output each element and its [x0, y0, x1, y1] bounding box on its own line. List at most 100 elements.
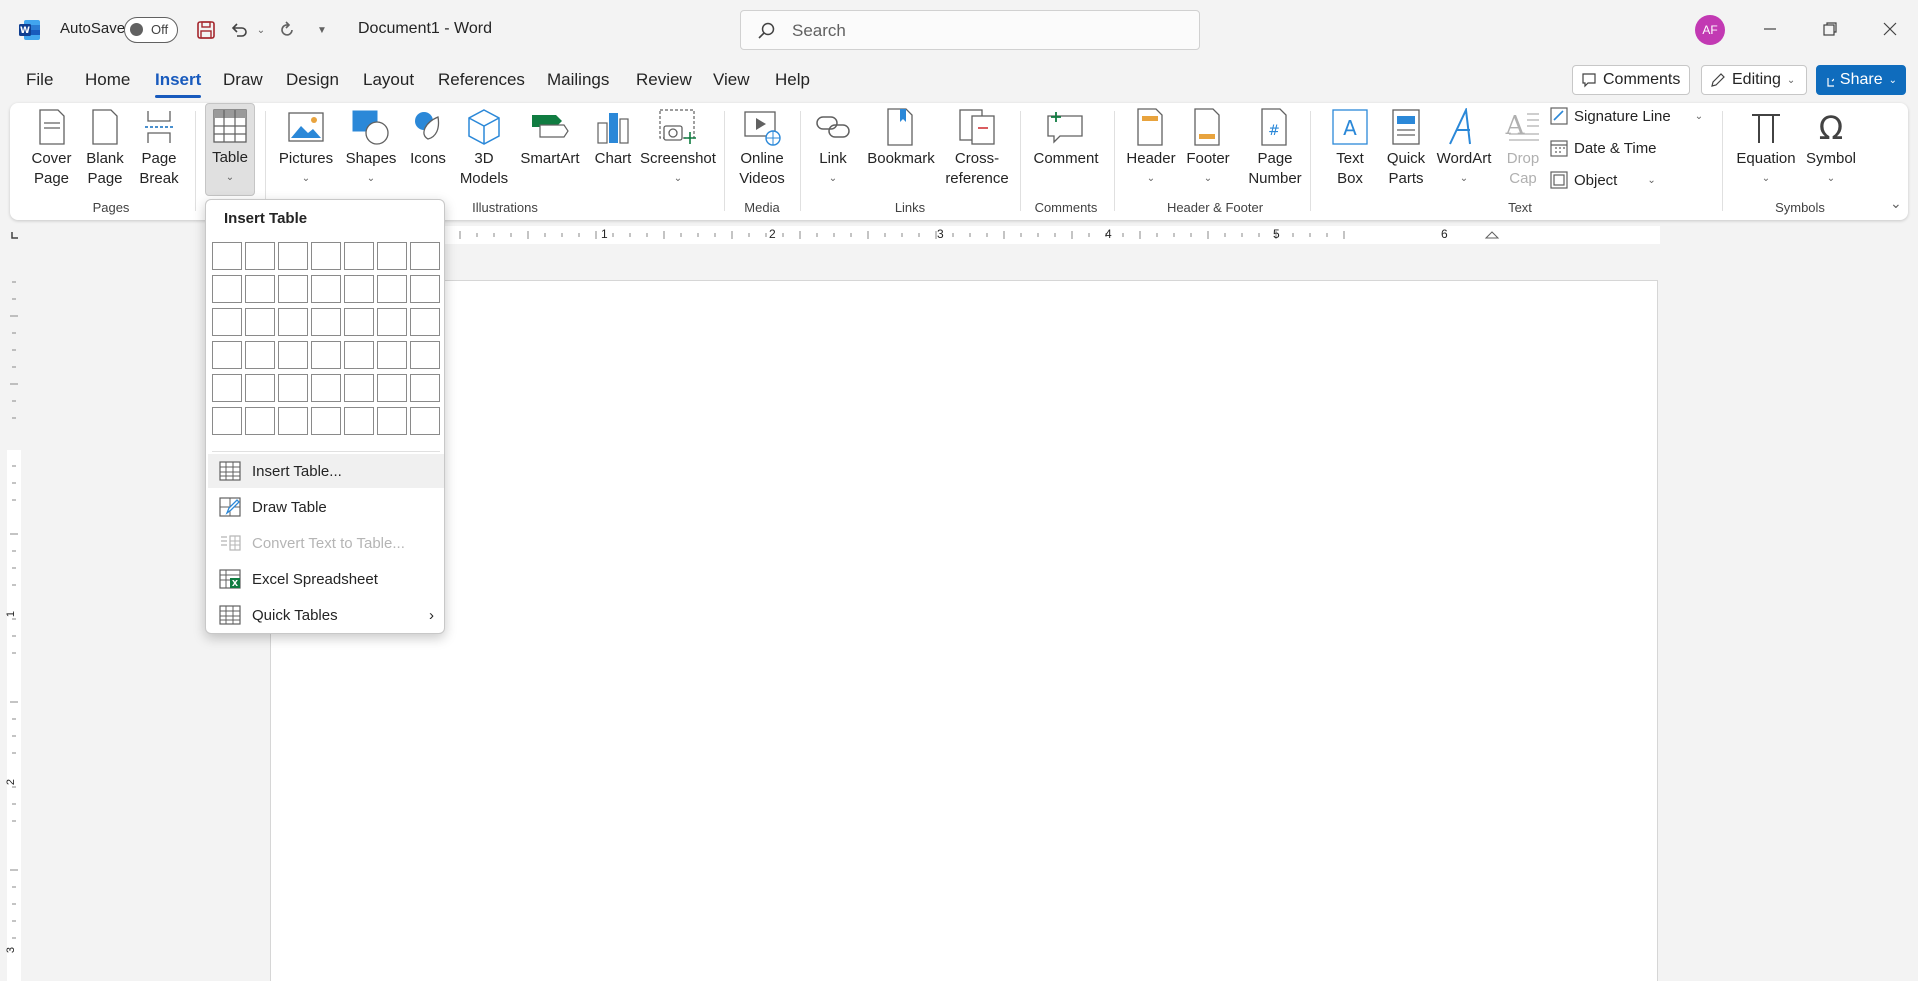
- drop-cap-button[interactable]: A Drop Cap: [1498, 105, 1548, 189]
- table-grid-cell[interactable]: [278, 407, 308, 435]
- table-grid-cell[interactable]: [245, 407, 275, 435]
- redo-icon[interactable]: [274, 16, 300, 44]
- tab-review[interactable]: Review: [636, 70, 692, 90]
- table-grid-cell[interactable]: [410, 308, 440, 336]
- tab-insert[interactable]: Insert: [155, 70, 202, 98]
- table-grid-cell[interactable]: [344, 374, 374, 402]
- page-break-button[interactable]: Page Break: [135, 105, 183, 189]
- shapes-button[interactable]: Shapes ⌄: [340, 105, 402, 189]
- signature-line-button[interactable]: Signature Line ⌄: [1550, 107, 1703, 125]
- table-grid-cell[interactable]: [212, 341, 242, 369]
- convert-text-to-table-menu-item[interactable]: Convert Text to Table...: [208, 526, 444, 560]
- close-icon[interactable]: [1875, 14, 1905, 44]
- table-grid-cell[interactable]: [344, 242, 374, 270]
- symbol-button[interactable]: Ω Symbol ⌄: [1800, 105, 1862, 189]
- table-grid-cell[interactable]: [344, 341, 374, 369]
- table-grid-cell[interactable]: [410, 407, 440, 435]
- table-grid-cell[interactable]: [311, 308, 341, 336]
- table-grid-cell[interactable]: [377, 242, 407, 270]
- table-grid-cell[interactable]: [245, 275, 275, 303]
- tab-layout[interactable]: Layout: [363, 70, 414, 90]
- table-grid-cell[interactable]: [212, 242, 242, 270]
- minimize-icon[interactable]: [1755, 14, 1785, 44]
- tab-draw[interactable]: Draw: [223, 70, 263, 90]
- table-grid-cell[interactable]: [311, 242, 341, 270]
- new-comment-button[interactable]: Comment: [1028, 105, 1104, 169]
- cover-page-button[interactable]: Cover Page: [24, 105, 79, 189]
- customize-qat-icon[interactable]: ▼: [314, 16, 330, 44]
- table-grid-cell[interactable]: [377, 374, 407, 402]
- table-grid-cell[interactable]: [311, 407, 341, 435]
- tab-design[interactable]: Design: [286, 70, 339, 90]
- table-grid-cell[interactable]: [377, 308, 407, 336]
- restore-icon[interactable]: [1815, 14, 1845, 44]
- table-grid-cell[interactable]: [410, 374, 440, 402]
- page-number-button[interactable]: # Page Number: [1234, 105, 1316, 189]
- table-grid-cell[interactable]: [245, 374, 275, 402]
- text-box-button[interactable]: A Text Box: [1322, 105, 1378, 189]
- table-grid-cell[interactable]: [410, 341, 440, 369]
- table-button[interactable]: Table ⌄: [205, 103, 255, 196]
- autosave-toggle[interactable]: Off: [124, 17, 178, 43]
- table-grid-cell[interactable]: [212, 374, 242, 402]
- share-button[interactable]: Share ⌄: [1816, 65, 1906, 95]
- table-grid-cell[interactable]: [245, 242, 275, 270]
- cross-reference-button[interactable]: Cross- reference: [942, 105, 1012, 189]
- table-grid-cell[interactable]: [278, 242, 308, 270]
- quick-tables-menu-item[interactable]: Quick Tables ›: [208, 598, 444, 632]
- undo-icon[interactable]: [226, 16, 252, 44]
- table-grid-cell[interactable]: [245, 308, 275, 336]
- chart-button[interactable]: Chart: [591, 105, 635, 169]
- screenshot-button[interactable]: Screenshot ⌄: [638, 105, 718, 189]
- icons-button[interactable]: Icons: [405, 105, 451, 169]
- table-grid-cell[interactable]: [278, 275, 308, 303]
- table-grid-cell[interactable]: [377, 275, 407, 303]
- tab-selector-icon[interactable]: [10, 230, 20, 240]
- smartart-button[interactable]: SmartArt: [515, 105, 585, 169]
- tab-view[interactable]: View: [713, 70, 750, 90]
- tab-home[interactable]: Home: [85, 70, 130, 90]
- link-button[interactable]: Link ⌄: [810, 105, 856, 189]
- table-grid-cell[interactable]: [410, 242, 440, 270]
- bookmark-button[interactable]: Bookmark: [863, 105, 939, 169]
- 3d-models-button[interactable]: 3D Models: [448, 105, 520, 189]
- table-grid-cell[interactable]: [278, 374, 308, 402]
- avatar[interactable]: AF: [1695, 15, 1725, 45]
- equation-button[interactable]: Equation ⌄: [1730, 105, 1802, 189]
- document-page[interactable]: [270, 280, 1658, 981]
- table-grid-cell[interactable]: [212, 308, 242, 336]
- tab-help[interactable]: Help: [775, 70, 810, 90]
- table-grid-cell[interactable]: [344, 275, 374, 303]
- table-grid-cell[interactable]: [311, 341, 341, 369]
- table-grid-cell[interactable]: [212, 407, 242, 435]
- insert-table-menu-item[interactable]: Insert Table...: [208, 454, 444, 488]
- vertical-ruler[interactable]: 1 2 3: [5, 250, 21, 981]
- table-grid-cell[interactable]: [377, 407, 407, 435]
- collapse-ribbon-icon[interactable]: ⌄: [1890, 195, 1902, 212]
- pictures-button[interactable]: Pictures ⌄: [276, 105, 336, 189]
- comments-button[interactable]: Comments: [1572, 65, 1690, 95]
- wordart-button[interactable]: WordArt ⌄: [1430, 105, 1498, 189]
- table-grid-cell[interactable]: [344, 308, 374, 336]
- tab-mailings[interactable]: Mailings: [547, 70, 609, 90]
- search-box[interactable]: Search: [740, 10, 1200, 50]
- table-grid-cell[interactable]: [311, 374, 341, 402]
- header-button[interactable]: Header ⌄: [1120, 105, 1182, 189]
- undo-dropdown-icon[interactable]: ⌄: [254, 16, 268, 44]
- date-time-button[interactable]: Date & Time: [1550, 139, 1657, 157]
- editing-mode-button[interactable]: Editing ⌄: [1701, 65, 1807, 95]
- quick-parts-button[interactable]: Quick Parts: [1378, 105, 1434, 189]
- save-icon[interactable]: [193, 16, 219, 44]
- online-videos-button[interactable]: Online Videos: [732, 105, 792, 189]
- table-grid-cell[interactable]: [377, 341, 407, 369]
- table-grid-cell[interactable]: [212, 275, 242, 303]
- table-grid-cell[interactable]: [344, 407, 374, 435]
- blank-page-button[interactable]: Blank Page: [82, 105, 128, 189]
- table-grid-cell[interactable]: [278, 341, 308, 369]
- table-grid-cell[interactable]: [245, 341, 275, 369]
- draw-table-menu-item[interactable]: Draw Table: [208, 490, 444, 524]
- object-button[interactable]: Object ⌄: [1550, 171, 1656, 189]
- footer-button[interactable]: Footer ⌄: [1178, 105, 1238, 189]
- excel-spreadsheet-menu-item[interactable]: X Excel Spreadsheet: [208, 562, 444, 596]
- tab-file[interactable]: File: [26, 70, 53, 90]
